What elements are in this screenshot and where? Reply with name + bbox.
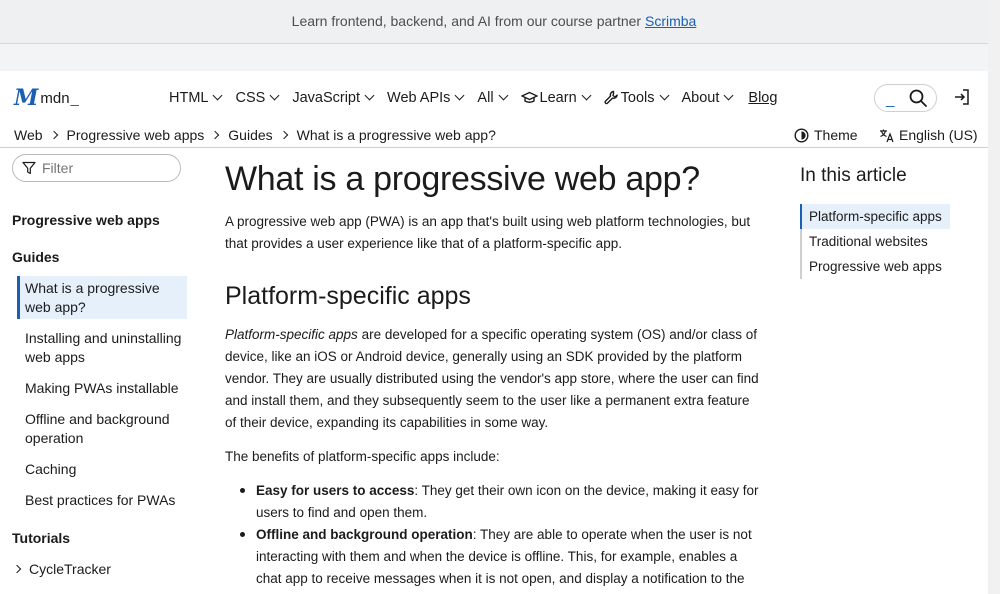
- bullet-term: Offline and background operation: [256, 527, 473, 542]
- benefits-intro: The benefits of platform-specific apps i…: [225, 449, 500, 464]
- sidebar-item-cycletracker[interactable]: CycleTracker: [12, 561, 111, 577]
- page-scrollbar[interactable]: [988, 0, 1000, 594]
- section-heading-platform-specific[interactable]: Platform-specific apps: [225, 282, 471, 311]
- search-icon: [909, 89, 927, 107]
- menu-css-label: CSS: [235, 89, 266, 106]
- page-title: What is a progressive web app?: [225, 160, 700, 198]
- sidebar-item-installing[interactable]: Installing and uninstalling web apps: [25, 329, 187, 367]
- banner-link-scrimba[interactable]: Scrimba: [645, 13, 696, 29]
- breadcrumb-pwa[interactable]: Progressive web apps: [67, 127, 205, 143]
- search-cursor: _: [886, 91, 895, 108]
- top-navigation: M mdn _ HTML CSS JavaScript Web APIs All…: [0, 71, 988, 124]
- menu-html-label: HTML: [169, 89, 209, 106]
- sidebar-item-what-is-pwa[interactable]: What is a progressive web app?: [17, 276, 187, 319]
- sidebar-section-title[interactable]: Progressive web apps: [12, 212, 160, 228]
- language-label: English (US): [899, 127, 978, 143]
- platform-term: Platform-specific apps: [225, 327, 358, 342]
- platform-paragraph-text: are developed for a specific operating s…: [225, 327, 759, 430]
- sidebar-guides-heading: Guides: [12, 249, 60, 265]
- sidebar: Filter Progressive web apps Guides What …: [0, 148, 195, 594]
- chevron-down-icon: [659, 90, 669, 101]
- breadcrumb-bar: Web Progressive web apps Guides What is …: [0, 124, 988, 148]
- menu-learn-label: Learn: [539, 89, 577, 106]
- menu-css[interactable]: CSS: [235, 89, 280, 106]
- logo-mark: M: [14, 85, 38, 111]
- menu-tools[interactable]: Tools: [604, 89, 669, 106]
- translate-icon: [880, 129, 894, 142]
- filter-placeholder: Filter: [42, 160, 74, 176]
- menu-about-label: About: [681, 89, 720, 106]
- chevron-down-icon: [213, 90, 223, 101]
- sidebar-item-best-practices[interactable]: Best practices for PWAs: [25, 491, 187, 510]
- toc-item-platform-specific[interactable]: Platform-specific apps: [800, 204, 950, 229]
- menu-all-label: All: [477, 89, 494, 106]
- chevron-right-icon: [12, 564, 22, 574]
- login-icon[interactable]: [953, 88, 971, 106]
- list-item: Offline and background operation: They a…: [240, 524, 766, 594]
- chevron-right-icon: [211, 130, 220, 140]
- menu-javascript[interactable]: JavaScript: [292, 89, 375, 106]
- theme-icon: [794, 127, 809, 143]
- mdn-logo[interactable]: M mdn _: [14, 85, 79, 111]
- theme-switcher[interactable]: Theme: [794, 127, 858, 143]
- bullet-term: Easy for users to access: [256, 483, 415, 498]
- breadcrumb-guides[interactable]: Guides: [228, 127, 272, 143]
- menu-web-apis-label: Web APIs: [387, 89, 451, 106]
- breadcrumb-web[interactable]: Web: [14, 127, 43, 143]
- filter-input[interactable]: Filter: [12, 154, 181, 182]
- promo-banner: Learn frontend, backend, and AI from our…: [0, 0, 988, 43]
- chevron-down-icon: [498, 90, 508, 101]
- toc-item-progressive-web-apps[interactable]: Progressive web apps: [802, 254, 950, 279]
- list-item: Easy for users to access: They get their…: [240, 480, 766, 524]
- filter-icon: [22, 161, 36, 175]
- chevron-down-icon: [364, 90, 375, 101]
- banner-text: Learn frontend, backend, and AI from our…: [291, 13, 645, 29]
- main-menu: HTML CSS JavaScript Web APIs All Learn T…: [169, 71, 777, 124]
- menu-web-apis[interactable]: Web APIs: [387, 89, 465, 106]
- chevron-down-icon: [723, 90, 734, 101]
- breadcrumb: Web Progressive web apps Guides What is …: [14, 127, 496, 143]
- menu-html[interactable]: HTML: [169, 89, 223, 106]
- menu-javascript-label: JavaScript: [292, 89, 361, 106]
- logo-text: mdn: [40, 89, 70, 107]
- chevron-down-icon: [581, 90, 592, 101]
- menu-about[interactable]: About: [681, 89, 734, 106]
- wrench-icon: [604, 90, 618, 105]
- chevron-right-icon: [49, 130, 58, 140]
- logo-cursor: _: [70, 89, 79, 107]
- chevron-right-icon: [279, 130, 288, 140]
- chevron-down-icon: [454, 90, 465, 101]
- search-button[interactable]: _: [874, 84, 937, 112]
- graduation-cap-icon: [520, 91, 538, 103]
- platform-paragraph: Platform-specific apps are developed for…: [225, 324, 760, 434]
- theme-label: Theme: [814, 127, 858, 143]
- menu-learn[interactable]: Learn: [520, 89, 592, 106]
- sidebar-item-installable[interactable]: Making PWAs installable: [25, 379, 187, 398]
- sidebar-item-offline[interactable]: Offline and background operation: [25, 410, 187, 448]
- toc-item-traditional-websites[interactable]: Traditional websites: [802, 229, 950, 254]
- breadcrumb-current[interactable]: What is a progressive web app?: [297, 127, 496, 143]
- toc-heading: In this article: [800, 165, 907, 186]
- intro-paragraph: A progressive web app (PWA) is an app th…: [225, 214, 751, 251]
- banner-spacer: [0, 43, 988, 71]
- menu-all[interactable]: All: [477, 89, 508, 106]
- sidebar-item-caching[interactable]: Caching: [25, 460, 187, 479]
- sidebar-item-cycletracker-label: CycleTracker: [29, 561, 111, 577]
- toc-list: Platform-specific apps Traditional websi…: [800, 204, 950, 279]
- language-switcher[interactable]: English (US): [879, 127, 978, 143]
- menu-tools-label: Tools: [620, 89, 655, 106]
- chevron-down-icon: [269, 90, 280, 101]
- blog-link[interactable]: Blog: [748, 90, 777, 106]
- sidebar-tutorials-heading: Tutorials: [12, 530, 71, 546]
